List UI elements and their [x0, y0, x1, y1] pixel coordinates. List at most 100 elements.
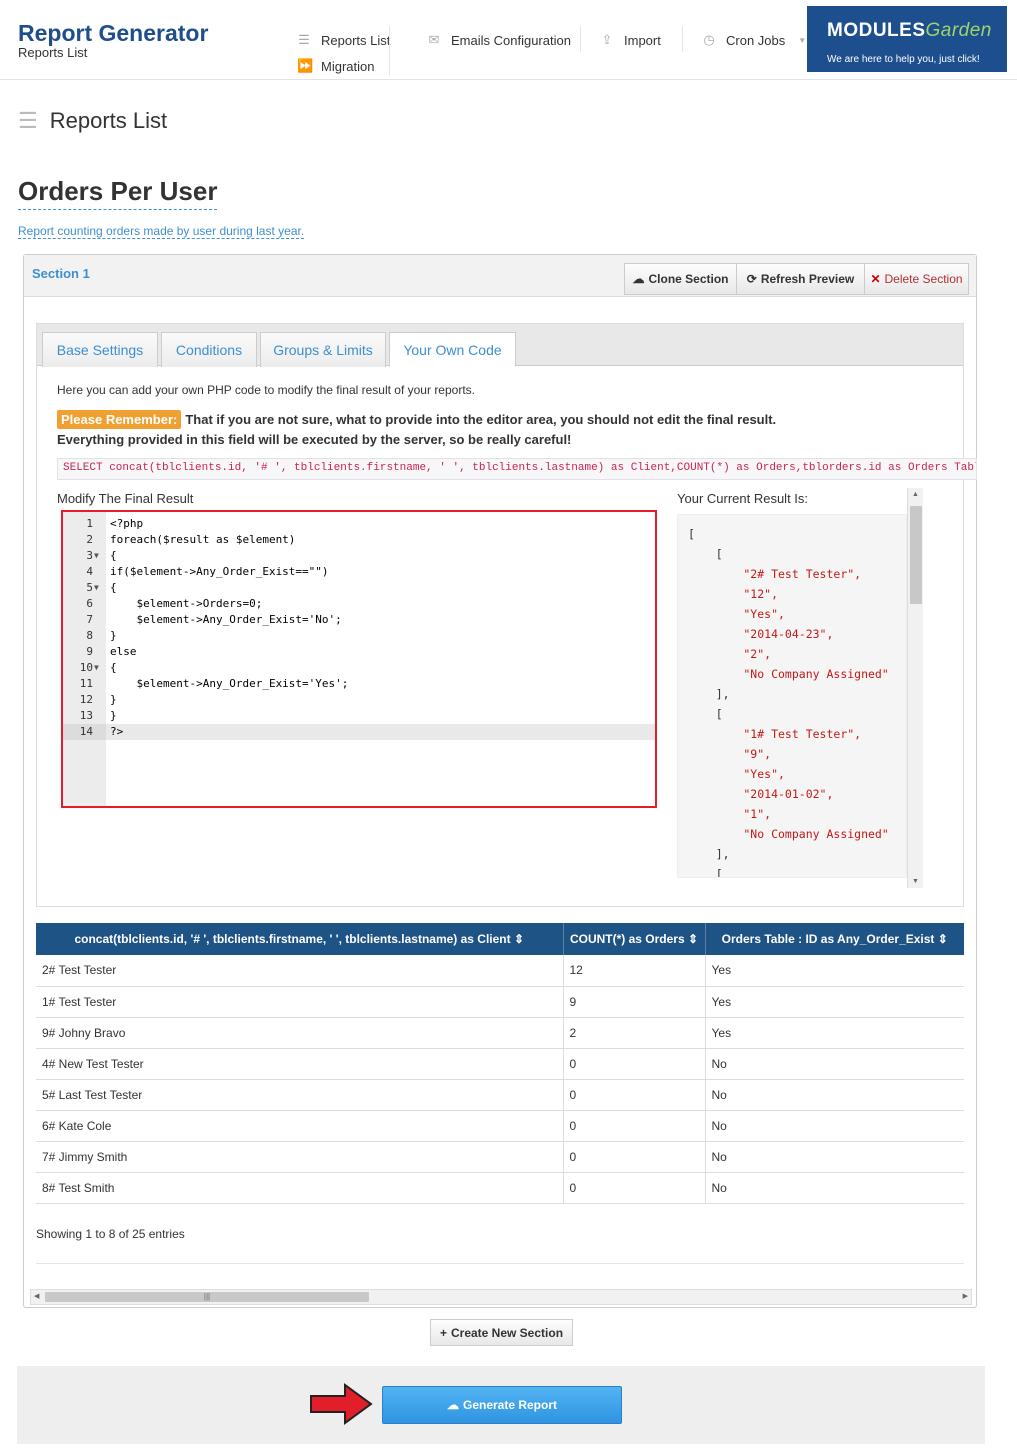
- result-line: "No Company Assigned": [688, 827, 889, 841]
- result-line: ],: [688, 847, 730, 861]
- line-number: 6: [86, 597, 93, 610]
- entries-info: Showing 1 to 8 of 25 entries: [36, 1227, 185, 1241]
- code-line[interactable]: 10 ▼ {: [63, 660, 655, 676]
- envelope-icon: ✉: [428, 32, 440, 47]
- column-header-label: COUNT(*) as Orders: [569, 932, 685, 946]
- nav-import-label: Import: [624, 32, 661, 48]
- refresh-preview-button[interactable]: ⟳ Refresh Preview: [736, 263, 865, 295]
- modulesgarden-logo[interactable]: MODULESGarden We are here to help you, j…: [807, 6, 1007, 72]
- result-line: "1",: [688, 807, 772, 821]
- results-table: concat(tblclients.id, '# ', tblclients.f…: [36, 923, 964, 1204]
- line-number: 7: [86, 613, 93, 626]
- line-number: 9: [86, 645, 93, 658]
- top-header: Report Generator Reports List ☰ Reports …: [0, 0, 1017, 80]
- fold-toggle-icon[interactable]: ▼: [94, 580, 99, 596]
- column-header-client[interactable]: concat(tblclients.id, '# ', tblclients.f…: [36, 923, 564, 955]
- scroll-right-icon[interactable]: ▶: [963, 1292, 968, 1300]
- column-header-order-exist[interactable]: Orders Table : ID as Any_Order_Exist ⇕: [705, 923, 964, 955]
- table-cell: No: [705, 1048, 964, 1080]
- code-line[interactable]: 4 if($element->Any_Order_Exist==""): [63, 564, 655, 580]
- code-line[interactable]: 12}: [63, 692, 655, 708]
- scroll-up-icon[interactable]: ▲: [912, 491, 919, 498]
- line-number: 1: [86, 517, 93, 530]
- result-line: "2",: [688, 647, 772, 661]
- nav-import[interactable]: ⇪ Import: [600, 32, 661, 48]
- delete-section-button[interactable]: ✕ Delete Section: [864, 263, 969, 295]
- code-text: <?php: [110, 517, 144, 530]
- report-description[interactable]: Report counting orders made by user duri…: [18, 224, 305, 239]
- report-section: Section 1 ☁ Clone Section ⟳ Refresh Prev…: [23, 254, 977, 1308]
- nav-emails-configuration[interactable]: ✉ Emails Configuration: [427, 32, 571, 48]
- nav-migration-label: Migration: [321, 58, 375, 74]
- table-cell: No: [705, 1141, 964, 1173]
- code-text: }: [110, 709, 117, 722]
- code-text: {: [110, 549, 117, 562]
- result-scrollbar[interactable]: ▲ ▼: [907, 488, 923, 888]
- tab-bar: Base Settings Conditions Groups & Limits…: [37, 324, 963, 367]
- table-cell: Yes: [705, 986, 964, 1018]
- code-editor[interactable]: 1 <?php 2 foreach($result as $element) 3 ▼{4 i…: [61, 510, 657, 808]
- table-cell: 12: [563, 955, 706, 987]
- scroll-thumb[interactable]: [910, 506, 922, 604]
- report-title[interactable]: Orders Per User: [18, 176, 218, 210]
- nav-reports-list[interactable]: ☰ Reports List: [297, 32, 390, 48]
- section-header: Section 1 ☁ Clone Section ⟳ Refresh Prev…: [24, 255, 976, 297]
- scroll-thumb[interactable]: |||: [45, 1292, 369, 1302]
- code-line[interactable]: 11 $element->Any_Order_Exist='Yes';: [63, 676, 655, 692]
- tab-base-settings[interactable]: Base Settings: [42, 332, 158, 367]
- divider: [36, 1263, 964, 1264]
- code-line[interactable]: 6 $element->Orders=0;: [63, 596, 655, 612]
- horizontal-scrollbar[interactable]: ◀ ||| ▶: [30, 1289, 972, 1305]
- code-line[interactable]: 13}: [63, 708, 655, 724]
- code-text: }: [110, 629, 117, 642]
- table-row: 5# Last Test Tester 0 No: [36, 1079, 964, 1111]
- page-heading: ☰ Reports List: [18, 108, 167, 134]
- line-number: 3: [86, 549, 93, 562]
- result-line: "2# Test Tester",: [688, 567, 862, 581]
- clone-section-button[interactable]: ☁ Clone Section: [624, 263, 737, 295]
- table-cell: Yes: [705, 955, 964, 987]
- scroll-down-icon[interactable]: ▼: [912, 878, 919, 885]
- result-line: "9",: [688, 747, 772, 761]
- code-line[interactable]: 3 ▼ {: [63, 548, 655, 564]
- code-line[interactable]: 7 $element->Any_Order_Exist='No';: [63, 612, 655, 628]
- fold-toggle-icon[interactable]: ▼: [94, 660, 99, 676]
- remember-line-2: Everything provided in this field will b…: [57, 432, 572, 447]
- code-line[interactable]: 14 ?>: [63, 724, 655, 740]
- table-row: 6# Kate Cole 0 No: [36, 1110, 964, 1142]
- create-new-section-button[interactable]: + Create New Section: [430, 1319, 573, 1346]
- table-body: 2# Test Tester 12 Yes 1# Test Tester 9 Yes 9# …: [36, 955, 964, 1204]
- code-line[interactable]: 2 foreach($result as $element): [63, 532, 655, 548]
- app-title: Report Generator: [18, 20, 209, 46]
- code-line[interactable]: 9 else: [63, 644, 655, 660]
- table-cell: 0: [563, 1079, 706, 1111]
- footer-bar: ☁ Generate Report: [17, 1366, 985, 1444]
- delete-section-label: Delete Section: [884, 272, 963, 286]
- red-arrow-pointer-icon: [310, 1383, 373, 1425]
- logo-brand: MODULESGarden: [827, 20, 992, 42]
- table-header-row: concat(tblclients.id, '# ', tblclients.f…: [36, 923, 964, 955]
- tab-your-own-code[interactable]: Your Own Code: [389, 332, 516, 367]
- scroll-left-icon[interactable]: ◀: [34, 1292, 39, 1300]
- result-line: "No Company Assigned": [688, 667, 889, 681]
- code-line[interactable]: 1 <?php: [63, 516, 655, 532]
- logo-tagline: We are here to help you, just click!: [827, 54, 980, 65]
- generate-report-button[interactable]: ☁ Generate Report: [382, 1386, 622, 1424]
- refresh-icon: ⟳: [746, 272, 757, 286]
- column-header-orders[interactable]: COUNT(*) as Orders ⇕: [563, 923, 706, 955]
- table-cell: 9# Johny Bravo: [36, 1017, 564, 1049]
- line-number: 13: [79, 709, 93, 722]
- nav-migration[interactable]: ⏩ Migration: [297, 58, 374, 74]
- sort-icon: ⇕: [937, 932, 948, 946]
- code-line[interactable]: 5 ▼ {: [63, 580, 655, 596]
- result-line: "Yes",: [688, 767, 785, 781]
- fold-toggle-icon[interactable]: ▼: [94, 548, 99, 564]
- table-cell: 0: [563, 1048, 706, 1080]
- cloud-icon: ☁: [632, 272, 645, 286]
- table-cell: No: [705, 1110, 964, 1142]
- code-line[interactable]: 8}: [63, 628, 655, 644]
- nav-cron-jobs[interactable]: ◷ Cron Jobs ▼: [702, 32, 809, 48]
- tab-conditions[interactable]: Conditions: [161, 332, 257, 367]
- forward-icon: ⏩: [297, 58, 314, 73]
- tab-groups-limits[interactable]: Groups & Limits: [260, 332, 386, 367]
